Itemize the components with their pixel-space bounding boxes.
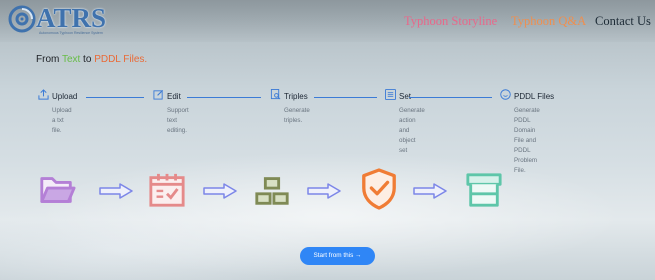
logo-subtitle: Autonomous Typhoon Resilience System [39, 31, 103, 35]
step-connector [86, 97, 144, 98]
step-description: Upload a txt file. [52, 107, 72, 134]
step-description-line: PDDL Problem File. [514, 147, 538, 174]
arrow-right-icon [413, 183, 447, 199]
upload-icon [38, 89, 49, 100]
start-button[interactable]: Start from this → [300, 247, 375, 265]
arrow-right-icon [203, 183, 237, 199]
calendar-icon [149, 173, 185, 207]
page-headline: From Text to PDDL Files. [36, 54, 147, 65]
step-description-line: Domain File and [514, 127, 537, 144]
document-search-icon [270, 89, 281, 100]
arrow-right-icon [307, 183, 341, 199]
atrs-logo[interactable]: ATRS Autonomous Typhoon Resilience Syste… [8, 2, 118, 36]
step-connector [409, 97, 492, 98]
shield-check-icon [362, 168, 396, 210]
headline-text-word: Text [61, 54, 81, 65]
shop-icon [466, 173, 502, 207]
step-title: Triples [284, 92, 308, 101]
gold-bars-icon [255, 177, 289, 205]
step-title: Upload [52, 92, 78, 101]
nav-typhoon-qa[interactable]: Typhoon Q&A [511, 14, 586, 29]
step-title: PDDL Files [514, 92, 555, 101]
step-description-line: object set [399, 137, 416, 154]
step-description-line: Generate PDDL [514, 107, 540, 124]
edit-icon [153, 89, 164, 100]
headline-pddl-files: PDDL Files. [94, 54, 148, 65]
logo-text: ATRS [36, 3, 107, 33]
step-connector [187, 97, 261, 98]
typhoon-swirl-icon [8, 5, 36, 33]
list-box-icon [385, 89, 396, 100]
top-navigation-bar: ATRS Autonomous Typhoon Resilience Syste… [0, 0, 655, 42]
step-description: Support text editing. [167, 107, 189, 134]
step-connector [314, 97, 377, 98]
step-description: Generate action and object set [399, 106, 425, 156]
headline-from: From [36, 54, 62, 65]
headline-to: to [80, 54, 95, 65]
nav-typhoon-storyline[interactable]: Typhoon Storyline [404, 14, 497, 29]
arrow-right-icon [99, 183, 133, 199]
smile-circle-icon [500, 89, 511, 100]
step-description: Generate PDDL Domain File and PDDL Problem… [514, 106, 540, 176]
step-description-line: Generate action and [399, 107, 425, 134]
step-title: Edit [167, 92, 181, 101]
step-description: Generate triples. [284, 107, 310, 124]
folder-icon [40, 177, 76, 203]
nav-contact-us[interactable]: Contact Us [595, 14, 651, 29]
